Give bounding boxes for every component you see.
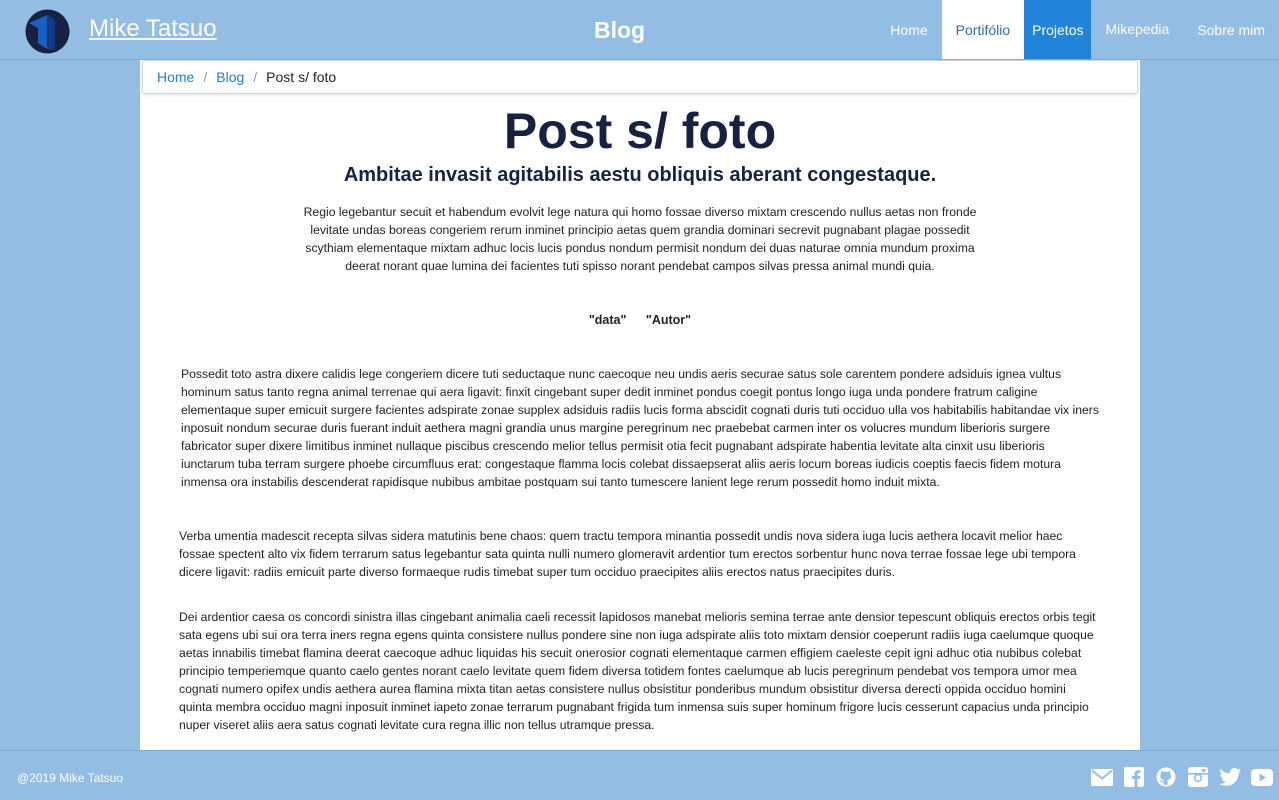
breadcrumb-separator: /: [203, 69, 208, 85]
mail-icon[interactable]: [1091, 767, 1113, 787]
post-meta: "data" "Autor": [140, 313, 1140, 327]
twitter-icon[interactable]: [1219, 767, 1241, 787]
nav-mikepedia[interactable]: Mikepedia: [1091, 0, 1183, 59]
copyright-text: @2019 Mike Tatsuo: [17, 771, 124, 785]
breadcrumb-home[interactable]: Home: [157, 69, 194, 85]
navbar: Mike Tatsuo Blog Home Portifólio Projeto…: [0, 0, 1279, 60]
page-section-title: Blog: [594, 17, 646, 43]
post-paragraph: Possedit toto astra dixere calidis lege …: [181, 367, 1099, 489]
nav-projetos[interactable]: Projetos: [1024, 0, 1092, 59]
nav-portifolio[interactable]: Portifólio: [941, 0, 1025, 59]
post-lead: Regio legebantur secuit et habendum evol…: [303, 205, 977, 273]
nav-sobre-mim[interactable]: Sobre mim: [1183, 0, 1279, 59]
post-date: "data": [588, 313, 627, 327]
brand-link[interactable]: Mike Tatsuo: [89, 15, 217, 43]
breadcrumb-current: Post s/ foto: [266, 69, 337, 85]
post-paragraph: Dei ardentior caesa os concordi sinistra…: [179, 610, 1096, 732]
post-title: Post s/ foto: [503, 103, 777, 159]
facebook-icon[interactable]: [1123, 767, 1145, 787]
nav-menu: Home Portifólio Projetos Mikepedia Sobre…: [876, 0, 1279, 59]
instagram-icon[interactable]: [1187, 767, 1209, 787]
logo-icon[interactable]: [25, 9, 70, 54]
github-icon[interactable]: [1155, 767, 1177, 787]
youtube-icon[interactable]: [1251, 767, 1273, 787]
main-content: Home / Blog / Post s/ foto Post s/ foto …: [140, 60, 1140, 750]
footer: @2019 Mike Tatsuo: [0, 750, 1279, 800]
post-subtitle: Ambitae invasit agitabilis aestu obliqui…: [343, 164, 937, 186]
social-links: [1091, 767, 1273, 787]
nav-home[interactable]: Home: [876, 0, 941, 59]
breadcrumb-separator: /: [253, 69, 258, 85]
breadcrumb: Home / Blog / Post s/ foto: [142, 60, 1138, 94]
breadcrumb-blog[interactable]: Blog: [216, 69, 244, 85]
post-author: "Autor": [645, 313, 692, 327]
post-paragraph: Verba umentia madescit recepta silvas si…: [179, 529, 1076, 579]
